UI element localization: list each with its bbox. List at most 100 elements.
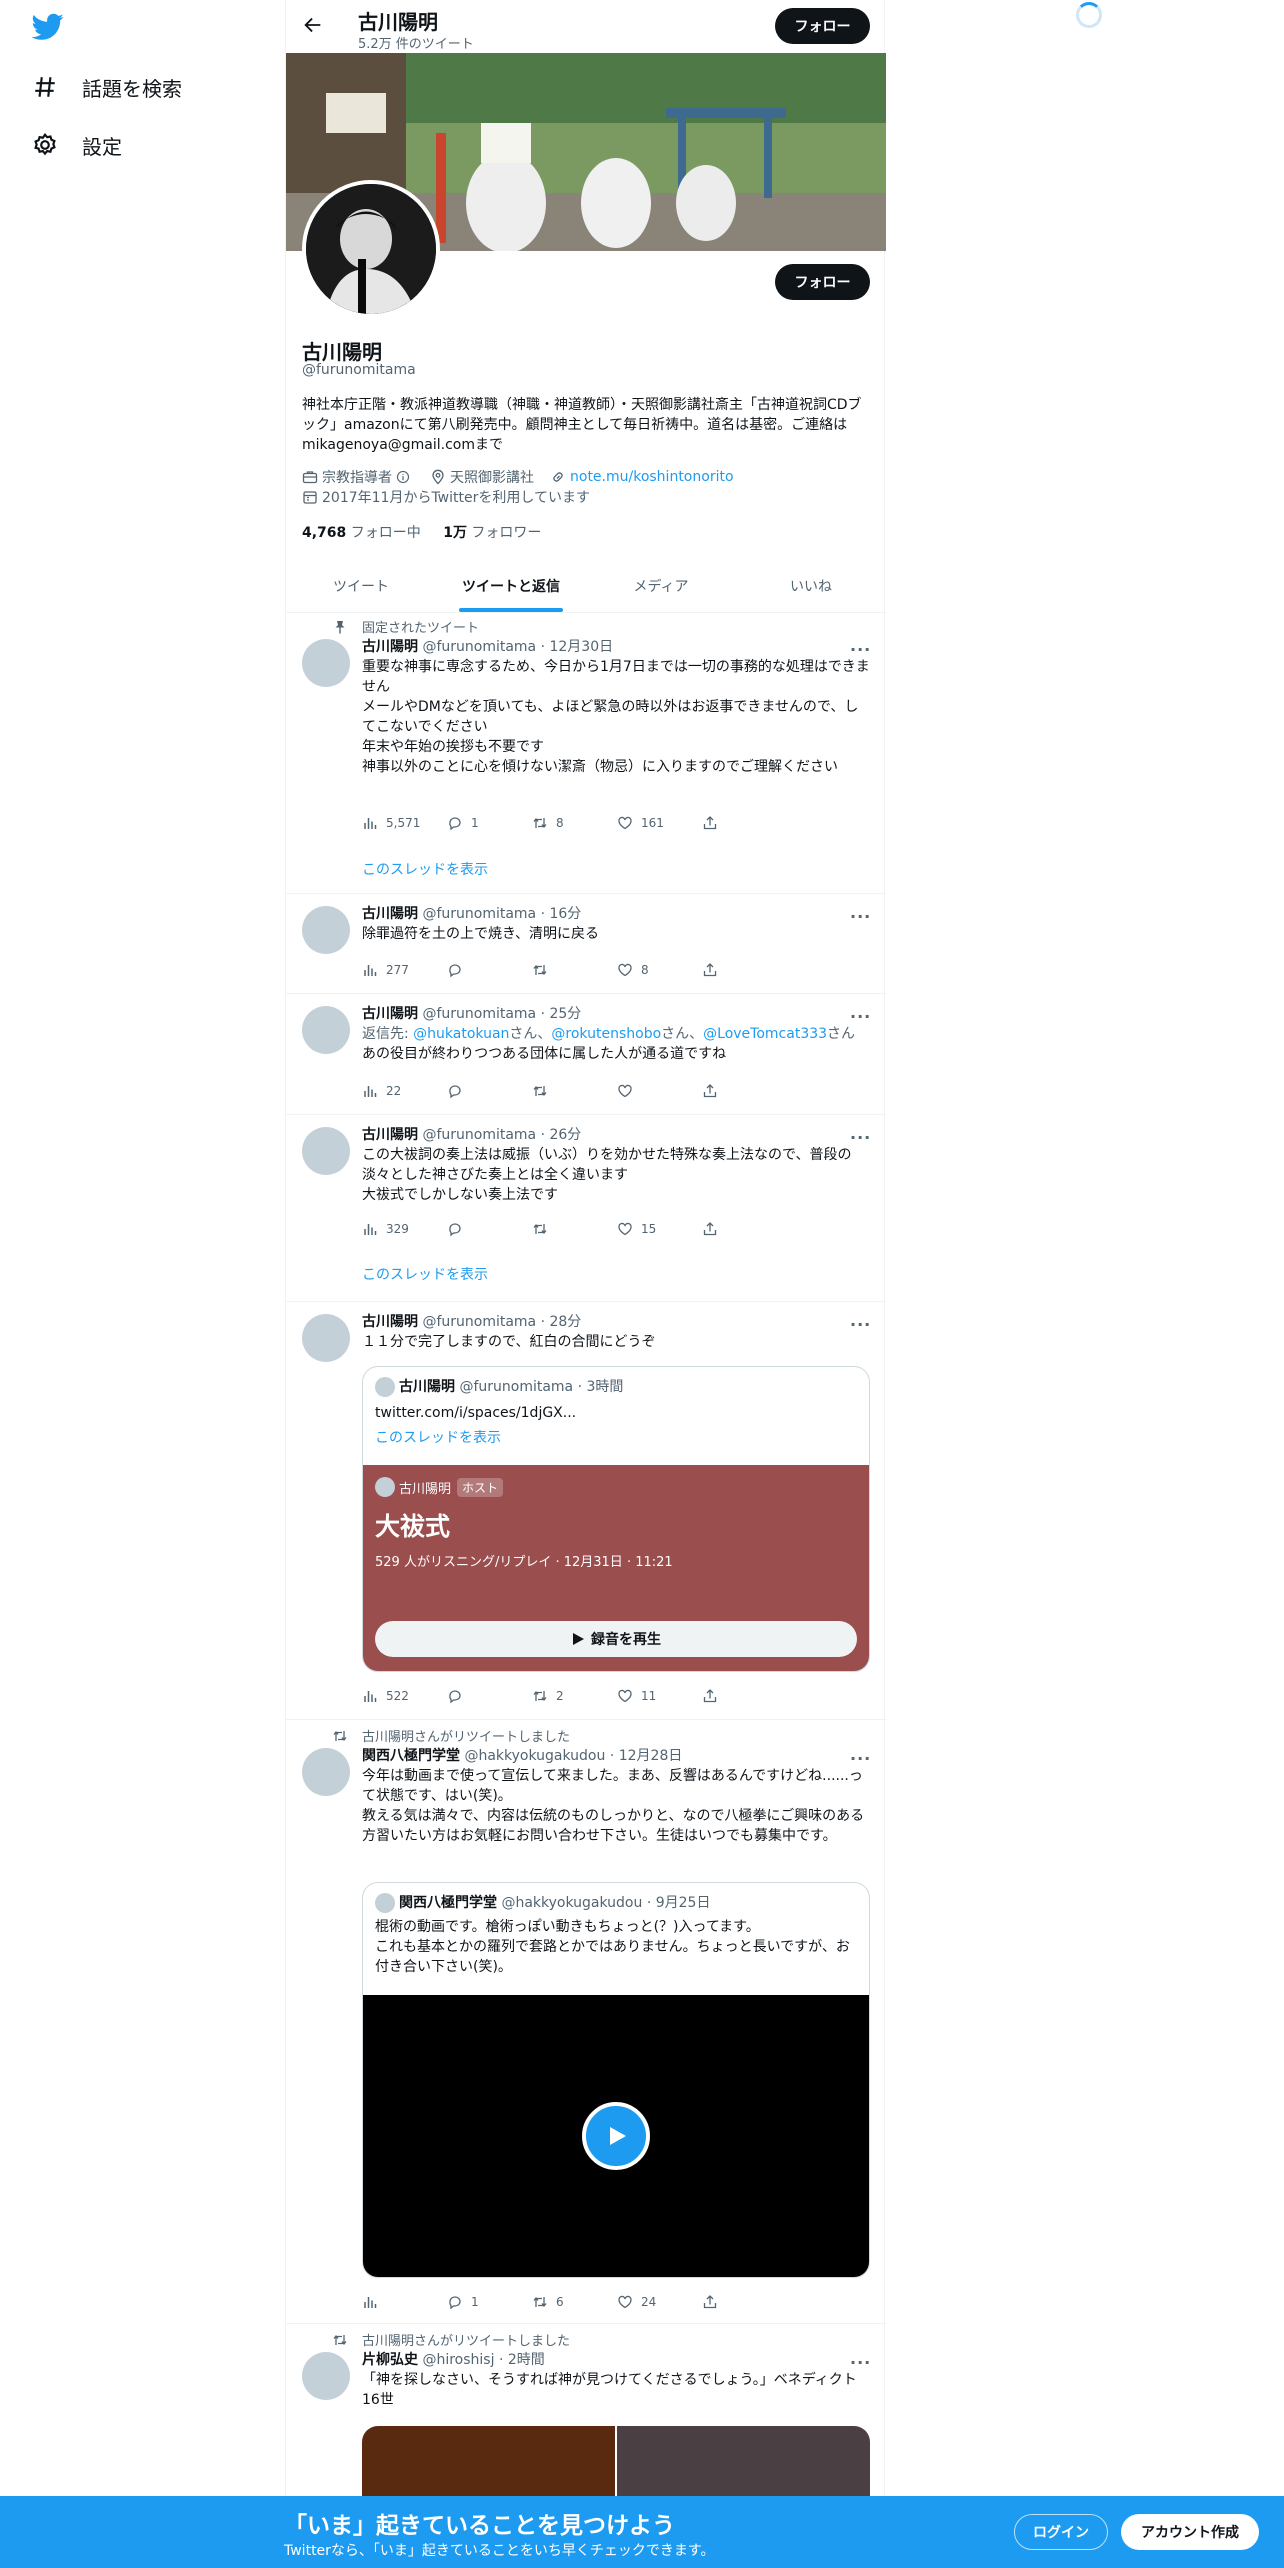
avatar[interactable] (302, 1748, 350, 1796)
play-recording-button[interactable]: 録音を再生 (375, 1621, 857, 1657)
tweet[interactable]: ··· 古川陽明 @furunomitama · 26分 この大祓詞の奏上法は威… (286, 1115, 886, 1302)
profile-avatar[interactable] (302, 180, 440, 318)
tweet-time[interactable]: · 12月30日 (541, 639, 614, 655)
reply-button[interactable] (447, 1081, 532, 1101)
quoted-author-handle: @hakkyokugakudou (501, 1895, 643, 1911)
quoted-tweet-card[interactable]: 関西八極門学堂 @hakkyokugakudou · 9月25日 棍術の動画です… (362, 1882, 870, 2278)
avatar[interactable] (302, 639, 350, 687)
reply-button[interactable]: 1 (447, 813, 532, 833)
tab-tweets-and-replies[interactable]: ツイートと返信 (436, 560, 586, 612)
tweet-with-space[interactable]: ··· 古川陽明 @furunomitama · 28分 １１分で完了しますので… (286, 1302, 886, 1720)
retweet-button[interactable]: 8 (532, 813, 617, 833)
reply-button[interactable] (447, 1686, 532, 1706)
share-button[interactable] (702, 813, 787, 833)
avatar[interactable] (302, 906, 350, 954)
author-handle[interactable]: @hakkyokugakudou (464, 1748, 605, 1764)
author-handle[interactable]: @furunomitama (422, 1127, 536, 1143)
quoted-show-thread-link[interactable]: このスレッドを表示 (375, 1427, 501, 1447)
avatar[interactable] (302, 1314, 350, 1362)
tab-likes[interactable]: いいね (736, 560, 886, 612)
location-pin-icon (432, 469, 444, 485)
views-button[interactable]: 329 (362, 1219, 447, 1239)
reply-mention[interactable]: @hukatokuan (413, 1026, 509, 1042)
share-button[interactable] (702, 960, 787, 980)
author-name[interactable]: 古川陽明 (362, 1314, 418, 1330)
share-icon (703, 1689, 717, 1703)
signup-button[interactable]: アカウント作成 (1121, 2514, 1259, 2550)
tweet-text: １１分で完了しますので、紅白の合間にどうぞ (362, 1334, 656, 1350)
retweet-count: 8 (556, 816, 564, 830)
nav-explore[interactable]: 話題を検索 (32, 67, 182, 107)
followers-link[interactable]: 1万 フォロワー (443, 525, 541, 541)
author-handle[interactable]: @furunomitama (422, 1006, 536, 1022)
like-button[interactable]: 161 (617, 813, 702, 833)
show-thread-link[interactable]: このスレッドを表示 (362, 1264, 488, 1284)
views-button[interactable]: 277 (362, 960, 447, 980)
share-button[interactable] (702, 1081, 787, 1101)
author-handle[interactable]: @furunomitama (422, 1314, 536, 1330)
reply-icon (449, 964, 461, 978)
retweet-button[interactable] (532, 1081, 617, 1101)
views-button[interactable] (362, 2292, 447, 2312)
tweet-time[interactable]: · 16分 (541, 906, 582, 922)
views-button[interactable]: 22 (362, 1081, 447, 1101)
tab-media[interactable]: メディア (586, 560, 736, 612)
share-button[interactable] (702, 2292, 787, 2312)
share-button[interactable] (702, 1686, 787, 1706)
profile-website-link[interactable]: note.mu/koshintonorito (570, 469, 734, 485)
author-name[interactable]: 古川陽明 (362, 1006, 418, 1022)
author-name[interactable]: 古川陽明 (362, 906, 418, 922)
tweet[interactable]: ··· 古川陽明 @furunomitama · 16分 除罪過符を土の上で焼き… (286, 894, 886, 994)
back-arrow-icon[interactable] (302, 14, 324, 36)
info-icon[interactable] (396, 470, 410, 484)
tweet-time[interactable]: · 25分 (541, 1006, 582, 1022)
show-thread-link[interactable]: このスレッドを表示 (362, 859, 488, 879)
avatar[interactable] (302, 2352, 350, 2400)
reply-button[interactable] (447, 960, 532, 980)
like-button[interactable]: 15 (617, 1219, 702, 1239)
like-button[interactable]: 24 (617, 2292, 702, 2312)
tweet-time[interactable]: · 26分 (541, 1127, 582, 1143)
tab-tweets[interactable]: ツイート (286, 560, 436, 612)
avatar[interactable] (302, 1006, 350, 1054)
views-button[interactable]: 5,571 (362, 813, 447, 833)
tweet-pinned[interactable]: 固定されたツイート ··· 古川陽明 @furunomitama · 12月30… (286, 613, 886, 894)
play-video-button[interactable] (582, 2102, 650, 2170)
tweet-reply[interactable]: ··· 古川陽明 @furunomitama · 25分 返信先: @hukat… (286, 994, 886, 1115)
author-name[interactable]: 古川陽明 (362, 639, 418, 655)
author-name[interactable]: 関西八極門学堂 (362, 1748, 460, 1764)
profile-follow-button[interactable]: フォロー (775, 264, 870, 300)
header-follow-button[interactable]: フォロー (775, 8, 870, 44)
author-handle[interactable]: @furunomitama (422, 639, 536, 655)
tweet-time[interactable]: · 28分 (541, 1314, 582, 1330)
author-name[interactable]: 片柳弘史 (362, 2352, 418, 2368)
share-button[interactable] (702, 1219, 787, 1239)
like-button[interactable] (617, 1081, 702, 1101)
reply-mention[interactable]: @rokutenshobo (551, 1026, 661, 1042)
retweet-button[interactable]: 6 (532, 2292, 617, 2312)
retweet-button[interactable]: 2 (532, 1686, 617, 1706)
views-button[interactable]: 522 (362, 1686, 447, 1706)
following-link[interactable]: 4,768 フォロー中 (302, 525, 421, 541)
reply-button[interactable]: 1 (447, 2292, 532, 2312)
twitter-logo-icon[interactable] (32, 13, 64, 41)
space-card[interactable]: 古川陽明 ホスト 大祓式 529 人がリスニング/リプレイ · 12月31日 · … (363, 1465, 869, 1671)
retweeted-tweet[interactable]: 古川陽明さんがリツイートしました ··· 関西八極門学堂 @hakkyokuga… (286, 1720, 886, 2324)
author-handle[interactable]: @hiroshisj (422, 2352, 494, 2368)
tweet-time[interactable]: · 2時間 (499, 2352, 545, 2368)
like-button[interactable]: 8 (617, 960, 702, 980)
login-button[interactable]: ログイン (1014, 2514, 1108, 2550)
avatar[interactable] (302, 1127, 350, 1175)
like-button[interactable]: 11 (617, 1686, 702, 1706)
tweet-actions: 5,571 1 8 161 (362, 813, 787, 833)
author-handle[interactable]: @furunomitama (422, 906, 536, 922)
reply-button[interactable] (447, 1219, 532, 1239)
nav-settings[interactable]: 設定 (32, 125, 122, 165)
tweet-time[interactable]: · 12月28日 (610, 1748, 683, 1764)
author-name[interactable]: 古川陽明 (362, 1127, 418, 1143)
video-player[interactable] (363, 1995, 869, 2277)
retweet-button[interactable] (532, 1219, 617, 1239)
quoted-tweet-card[interactable]: 古川陽明 @furunomitama · 3時間 twitter.com/i/s… (362, 1366, 870, 1672)
retweet-button[interactable] (532, 960, 617, 980)
reply-mention[interactable]: @LoveTomcat333 (703, 1026, 827, 1042)
